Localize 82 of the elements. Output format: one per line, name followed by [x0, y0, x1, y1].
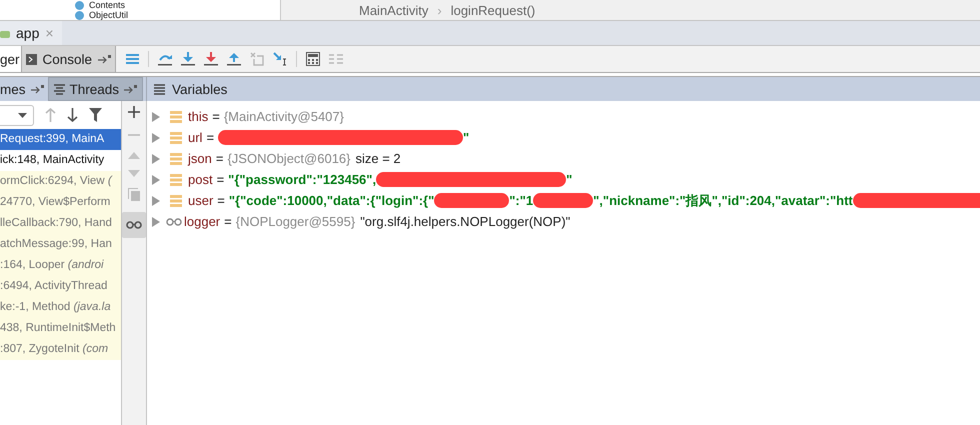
object-reference: {NOPLogger@5595}: [236, 214, 356, 229]
expand-triangle-icon[interactable]: [152, 216, 160, 226]
breadcrumb-item[interactable]: MainActivity: [359, 2, 428, 18]
redaction-mark: [533, 193, 594, 208]
expand-triangle-icon[interactable]: [152, 174, 160, 184]
equals-sign: =: [212, 109, 220, 124]
breadcrumb-separator: ›: [437, 2, 442, 18]
variable-name: user: [188, 193, 214, 208]
calculator-icon[interactable]: [306, 52, 320, 66]
stack-frame[interactable]: atchMessage:99, Han: [0, 234, 121, 255]
filter-icon[interactable]: [89, 108, 102, 122]
glasses-icon: [166, 218, 182, 226]
panel-tab[interactable]: Threads: [48, 77, 144, 101]
android-icon: [0, 28, 10, 38]
debugger-tab[interactable]: ger: [0, 46, 21, 72]
variable-name: post: [188, 172, 213, 187]
variable-name: this: [188, 109, 208, 124]
object-reference: {JSONObject@6016}: [227, 151, 350, 166]
glasses-icon[interactable]: [126, 221, 142, 229]
pin-icon: [98, 54, 112, 64]
stack-frame[interactable]: Request:399, MainA: [0, 129, 121, 150]
object-reference: {MainActivity@5407}: [224, 109, 344, 124]
field-icon: [170, 174, 182, 186]
stack-frame[interactable]: 24770, View$Perform: [0, 192, 121, 213]
console-icon: [26, 54, 37, 64]
stack-frame[interactable]: :807, ZygoteInit (com: [0, 339, 121, 360]
equals-sign: =: [224, 214, 232, 229]
stack-frame[interactable]: lleCallback:790, Hand: [0, 213, 121, 234]
thread-dropdown[interactable]: [0, 104, 34, 126]
pin-icon: [30, 84, 44, 94]
string-value: "{"code":10000,"data":{"login":{": [228, 193, 434, 208]
pin-icon: [124, 84, 138, 94]
string-value: "{"password":"123456",: [228, 172, 376, 187]
string-value: ": [463, 130, 470, 145]
variable-name: logger: [184, 214, 220, 229]
arc-arrow-icon[interactable]: [158, 52, 172, 66]
expand-triangle-icon[interactable]: [152, 154, 160, 164]
bars-icon[interactable]: [329, 53, 344, 65]
expand-triangle-icon[interactable]: [152, 196, 160, 206]
field-icon: [170, 152, 182, 164]
field-icon: [170, 194, 182, 206]
stack-frame[interactable]: 438, RuntimeInit$Meth: [0, 318, 121, 339]
string-value: ","nickname":"指风","id":204,"avatar":"htt: [593, 192, 853, 210]
field-icon: [170, 132, 182, 144]
plus-icon[interactable]: [128, 106, 140, 118]
equals-sign: =: [206, 130, 214, 145]
tree-item[interactable]: ObjectUtil: [89, 10, 128, 20]
stack-frame[interactable]: ke:-1, Method (java.la: [0, 297, 121, 318]
down-arrow-icon[interactable]: [204, 52, 218, 66]
field-icon: [170, 110, 182, 122]
variable-value: size = 2: [356, 151, 401, 166]
expand-triangle-icon[interactable]: [152, 112, 160, 122]
list-icon: [54, 84, 65, 94]
list-icon: [154, 84, 166, 94]
stack-frame[interactable]: :164, Looper (androi: [0, 255, 121, 276]
panel-tab[interactable]: mes: [0, 77, 48, 101]
down-arrow-icon[interactable]: [181, 52, 196, 66]
caret-icon: [18, 112, 27, 118]
diagonal-arrow-icon[interactable]: [273, 52, 288, 66]
lines-icon[interactable]: [126, 53, 140, 65]
string-value: ":"1: [509, 193, 534, 208]
breadcrumb-item[interactable]: loginRequest(): [450, 2, 536, 18]
down-triangle-icon[interactable]: [128, 170, 140, 177]
equals-sign: =: [216, 151, 224, 166]
run-tab[interactable]: app ×: [0, 21, 62, 45]
variable-value: "org.slf4j.helpers.NOPLogger(NOP)": [360, 214, 570, 229]
variable-name: json: [188, 151, 212, 166]
expand-triangle-icon[interactable]: [152, 132, 160, 142]
variable-name: url: [188, 130, 202, 145]
copy-icon[interactable]: [128, 188, 140, 201]
up-triangle-icon[interactable]: [128, 152, 140, 159]
tree-item[interactable]: Contents: [89, 0, 126, 10]
debugger-tab[interactable]: Console: [20, 46, 116, 72]
stack-frame[interactable]: :6494, ActivityThread: [0, 276, 121, 297]
crossed-frame-icon[interactable]: [250, 52, 264, 66]
panel-title: Variables: [172, 82, 228, 96]
down-arrow-icon[interactable]: [67, 108, 78, 122]
equals-sign: =: [216, 172, 224, 187]
stack-frame[interactable]: ormClick:6294, View (: [0, 171, 121, 192]
equals-sign: =: [217, 193, 225, 208]
up-arrow-icon[interactable]: [227, 52, 242, 66]
string-value: ": [566, 172, 572, 187]
